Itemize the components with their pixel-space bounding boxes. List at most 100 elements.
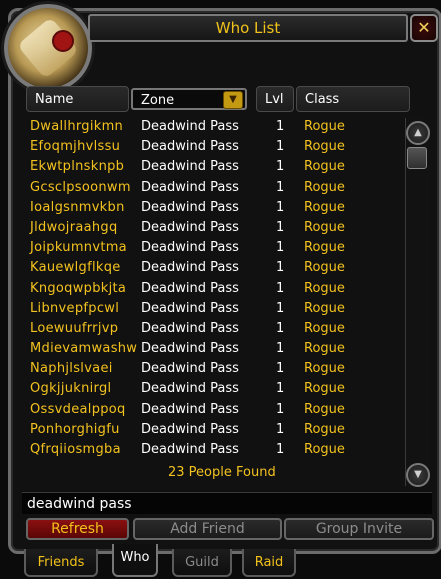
refresh-button[interactable]: Refresh	[26, 518, 129, 540]
row-name: Libnvepfpcwl	[30, 300, 120, 316]
row-class: Rogue	[304, 179, 345, 195]
tab-guild[interactable]: Guild	[172, 549, 232, 577]
close-button[interactable]: ✕	[410, 14, 438, 42]
tab-raid[interactable]: Raid	[242, 549, 296, 577]
row-name: Ponhorghigfu	[30, 421, 120, 437]
row-lvl: 1	[276, 219, 285, 235]
row-zone: Deadwind Pass	[141, 300, 239, 316]
row-class: Rogue	[304, 199, 345, 215]
list-item[interactable]: Libnvepfpcwl Deadwind Pass 1 Rogue	[26, 300, 400, 320]
row-class: Rogue	[304, 240, 345, 256]
dropdown-arrow-icon[interactable]: ▼	[223, 91, 243, 109]
row-class: Rogue	[304, 442, 345, 457]
column-header-lvl[interactable]: Lvl	[256, 86, 294, 112]
row-lvl: 1	[276, 401, 285, 417]
scroll-thumb[interactable]	[407, 147, 427, 169]
close-icon: ✕	[417, 18, 431, 37]
list-item[interactable]: Qfrqiiosmgba Deadwind Pass 1 Rogue	[26, 441, 400, 461]
row-lvl: 1	[276, 320, 285, 336]
wax-seal	[52, 30, 74, 52]
row-lvl: 1	[276, 240, 285, 256]
row-name: Loewuufrrjvp	[30, 320, 119, 336]
window-title: Who List	[88, 14, 408, 42]
row-lvl: 1	[276, 199, 285, 215]
row-lvl: 1	[276, 341, 285, 357]
row-zone: Deadwind Pass	[141, 280, 239, 296]
row-zone: Deadwind Pass	[141, 260, 239, 276]
scroll-portrait-icon	[4, 4, 92, 92]
row-name: Joipkumnvtma	[30, 240, 127, 256]
list-item[interactable]: Jldwojraahgq Deadwind Pass 1 Rogue	[26, 219, 400, 239]
list-item[interactable]: Gcsclpsoonwm Deadwind Pass 1 Rogue	[26, 179, 400, 199]
row-zone: Deadwind Pass	[141, 139, 239, 155]
row-name: Ossvdealppoq	[30, 401, 126, 417]
tab-friends[interactable]: Friends	[24, 549, 98, 577]
list-item[interactable]: Loewuufrrjvp Deadwind Pass 1 Rogue	[26, 320, 400, 340]
row-lvl: 1	[276, 260, 285, 276]
row-name: Kauewlgflkqe	[30, 260, 121, 276]
column-lvl-label: Lvl	[265, 92, 284, 107]
column-class-label: Class	[305, 92, 340, 107]
row-lvl: 1	[276, 139, 285, 155]
column-name-label: Name	[35, 92, 74, 107]
list-item[interactable]: Dwallhrgikmn Deadwind Pass 1 Rogue	[26, 118, 400, 138]
list-item[interactable]: Ponhorghigfu Deadwind Pass 1 Rogue	[26, 421, 400, 441]
row-zone: Deadwind Pass	[141, 159, 239, 175]
row-class: Rogue	[304, 260, 345, 276]
row-lvl: 1	[276, 300, 285, 316]
row-lvl: 1	[276, 179, 285, 195]
scrollbar[interactable]	[405, 118, 430, 486]
zone-dropdown[interactable]: Zone ▼	[131, 88, 247, 110]
row-zone: Deadwind Pass	[141, 421, 239, 437]
scroll-down-icon[interactable]: ▼	[406, 463, 430, 487]
row-name: Naphjlslvaei	[30, 361, 113, 377]
row-lvl: 1	[276, 361, 285, 377]
row-class: Rogue	[304, 280, 345, 296]
row-class: Rogue	[304, 341, 345, 357]
row-zone: Deadwind Pass	[141, 240, 239, 256]
row-zone: Deadwind Pass	[141, 401, 239, 417]
row-name: Gcsclpsoonwm	[30, 179, 131, 195]
column-header-class[interactable]: Class	[296, 86, 410, 112]
row-lvl: 1	[276, 421, 285, 437]
list-item[interactable]: Ossvdealppoq Deadwind Pass 1 Rogue	[26, 401, 400, 421]
row-zone: Deadwind Pass	[141, 119, 239, 134]
who-search-input[interactable]: deadwind pass	[22, 492, 432, 514]
row-name: Efoqmjhvlssu	[30, 139, 121, 155]
row-zone: Deadwind Pass	[141, 381, 239, 397]
row-lvl: 1	[276, 159, 285, 175]
who-results-list: Dwallhrgikmn Deadwind Pass 1 Rogue Efoqmjhvl…	[26, 118, 400, 461]
row-class: Rogue	[304, 219, 345, 235]
row-class: Rogue	[304, 320, 345, 336]
row-zone: Deadwind Pass	[141, 219, 239, 235]
row-zone: Deadwind Pass	[141, 341, 239, 357]
tab-who[interactable]: Who	[112, 544, 158, 577]
list-item[interactable]: Joipkumnvtma Deadwind Pass 1 Rogue	[26, 239, 400, 259]
row-class: Rogue	[304, 139, 345, 155]
row-name: Kngoqwpbkjta	[30, 280, 127, 296]
row-zone: Deadwind Pass	[141, 442, 239, 457]
list-item[interactable]: Ekwtplnsknpb Deadwind Pass 1 Rogue	[26, 158, 400, 178]
row-lvl: 1	[276, 119, 285, 134]
list-item[interactable]: Ioalgsnmvkbn Deadwind Pass 1 Rogue	[26, 199, 400, 219]
list-item[interactable]: Mdievamwashw Deadwind Pass 1 Rogue	[26, 340, 400, 360]
column-header-name[interactable]: Name	[26, 86, 129, 112]
row-zone: Deadwind Pass	[141, 179, 239, 195]
list-item[interactable]: Ogkjjuknirgl Deadwind Pass 1 Rogue	[26, 380, 400, 400]
add-friend-button[interactable]: Add Friend	[133, 518, 282, 540]
list-item[interactable]: Efoqmjhvlssu Deadwind Pass 1 Rogue	[26, 138, 400, 158]
list-item[interactable]: Naphjlslvaei Deadwind Pass 1 Rogue	[26, 360, 400, 380]
row-name: Dwallhrgikmn	[30, 119, 124, 134]
group-invite-button[interactable]: Group Invite	[284, 518, 434, 540]
row-class: Rogue	[304, 119, 345, 134]
list-item[interactable]: Kauewlgflkqe Deadwind Pass 1 Rogue	[26, 259, 400, 279]
row-lvl: 1	[276, 280, 285, 296]
row-class: Rogue	[304, 159, 345, 175]
row-name: Mdievamwashw	[30, 341, 138, 357]
row-lvl: 1	[276, 381, 285, 397]
list-item[interactable]: Kngoqwpbkjta Deadwind Pass 1 Rogue	[26, 280, 400, 300]
row-class: Rogue	[304, 361, 345, 377]
row-class: Rogue	[304, 421, 345, 437]
row-zone: Deadwind Pass	[141, 361, 239, 377]
scroll-up-icon[interactable]: ▲	[406, 121, 430, 145]
